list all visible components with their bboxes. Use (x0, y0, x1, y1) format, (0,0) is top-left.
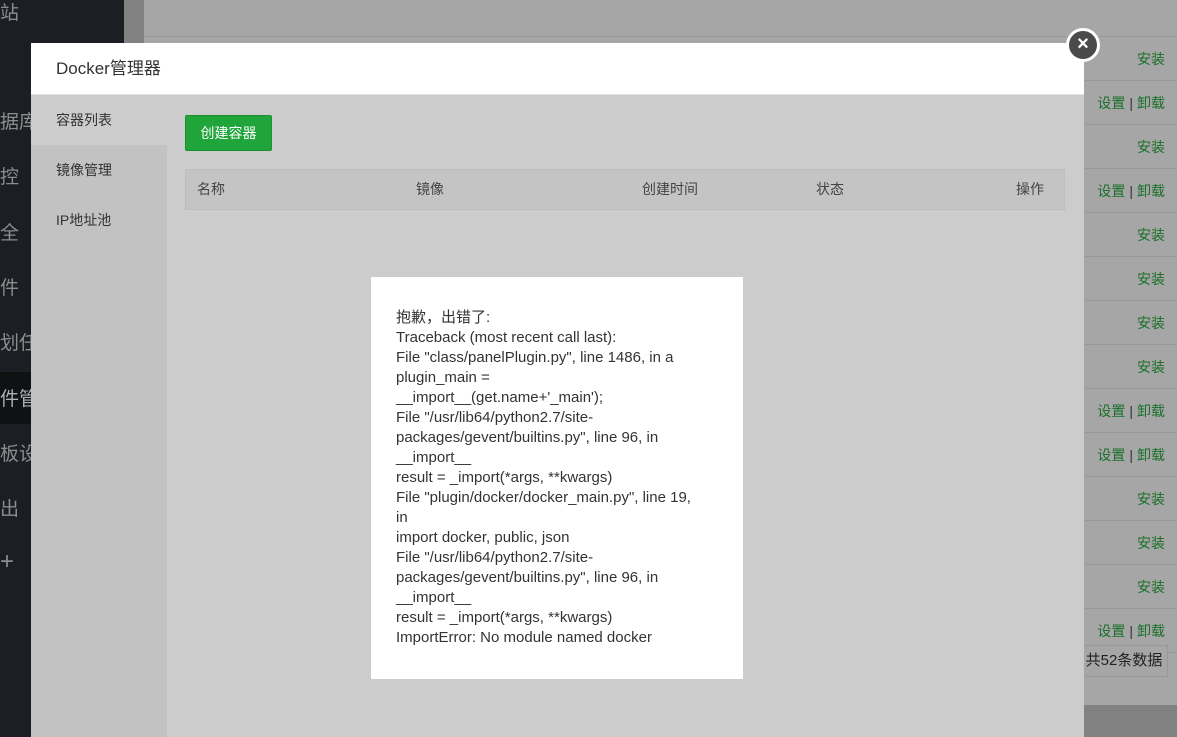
error-line: ImportError: No module named docker (396, 629, 652, 646)
row-actions: 安装 (1137, 345, 1165, 389)
close-icon[interactable]: × (1066, 28, 1100, 62)
column-created-time[interactable]: 创建时间 (642, 170, 698, 209)
error-line: Traceback (most recent call last): (396, 329, 617, 346)
column-actions: 操作 (1016, 181, 1044, 197)
settings-link[interactable]: 设置 (1097, 183, 1125, 199)
uninstall-link[interactable]: 卸载 (1137, 447, 1165, 463)
dialog-title: Docker管理器 (56, 59, 161, 78)
install-link[interactable]: 安装 (1137, 271, 1165, 287)
settings-link[interactable]: 设置 (1097, 447, 1125, 463)
row-actions: 设置 | 卸载 (1097, 169, 1165, 213)
install-link[interactable]: 安装 (1137, 579, 1165, 595)
row-actions: 设置 | 卸载 (1097, 433, 1165, 477)
row-actions: 安装 (1137, 565, 1165, 609)
error-line: __import__ (396, 449, 472, 466)
error-line: File "/usr/lib64/python2.7/site- (396, 409, 594, 426)
pagination-total: 共52条数据 (1080, 645, 1168, 677)
error-line: result = _import(*args, **kwargs) (396, 469, 613, 486)
uninstall-link[interactable]: 卸载 (1137, 183, 1165, 199)
tab-image-management[interactable]: 镜像管理 (31, 145, 167, 195)
column-status[interactable]: 状态 (816, 170, 844, 209)
row-actions: 安装 (1137, 477, 1165, 521)
create-container-button[interactable]: 创建容器 (185, 115, 272, 151)
row-actions: 设置 | 卸载 (1097, 81, 1165, 125)
settings-link[interactable]: 设置 (1097, 403, 1125, 419)
row-actions: 安装 (1137, 37, 1165, 81)
error-line: plugin_main = (396, 369, 490, 386)
uninstall-link[interactable]: 卸载 (1137, 623, 1165, 639)
dialog-header: Docker管理器 (31, 43, 1084, 95)
install-link[interactable]: 安装 (1137, 139, 1165, 155)
error-line: File "plugin/docker/docker_main.py", lin… (396, 489, 691, 506)
uninstall-link[interactable]: 卸载 (1137, 403, 1165, 419)
action-separator: | (1129, 447, 1133, 463)
error-line: 抱歉，出错了: (396, 309, 491, 326)
error-line: File "class/panelPlugin.py", line 1486, … (396, 349, 674, 366)
dialog-sidebar: 容器列表 镜像管理 IP地址池 (31, 95, 167, 737)
error-line: __import__ (396, 589, 472, 606)
install-link[interactable]: 安装 (1137, 315, 1165, 331)
row-actions: 安装 (1137, 213, 1165, 257)
nav-item-site[interactable]: 站 (0, 0, 124, 34)
install-link[interactable]: 安装 (1137, 535, 1165, 551)
error-message: 抱歉，出错了: Traceback (most recent call last… (371, 277, 743, 679)
tab-container-list[interactable]: 容器列表 (31, 95, 167, 145)
action-separator: | (1129, 183, 1133, 199)
error-line: import docker, public, json (396, 529, 570, 546)
install-link[interactable]: 安装 (1137, 227, 1165, 243)
row-actions: 设置 | 卸载 (1097, 389, 1165, 433)
install-link[interactable]: 安装 (1137, 51, 1165, 67)
tab-ip-pool[interactable]: IP地址池 (31, 195, 167, 245)
row-actions: 安装 (1137, 257, 1165, 301)
row-actions: 安装 (1137, 125, 1165, 169)
error-line: __import__(get.name+'_main'); (396, 389, 604, 406)
error-line: packages/gevent/builtins.py", line 96, i… (396, 429, 659, 446)
action-separator: | (1129, 623, 1133, 639)
action-separator: | (1129, 95, 1133, 111)
column-name[interactable]: 名称 (197, 170, 225, 209)
error-line: in (396, 509, 408, 526)
settings-link[interactable]: 设置 (1097, 95, 1125, 111)
settings-link[interactable]: 设置 (1097, 623, 1125, 639)
row-actions: 安装 (1137, 301, 1165, 345)
error-line: packages/gevent/builtins.py", line 96, i… (396, 569, 659, 586)
action-separator: | (1129, 403, 1133, 419)
column-image[interactable]: 镜像 (416, 170, 444, 209)
error-line: result = _import(*args, **kwargs) (396, 609, 613, 626)
error-line: File "/usr/lib64/python2.7/site- (396, 549, 594, 566)
container-table-header: 名称 镜像 创建时间 状态 操作 (185, 169, 1065, 210)
uninstall-link[interactable]: 卸载 (1137, 95, 1165, 111)
install-link[interactable]: 安装 (1137, 359, 1165, 375)
install-link[interactable]: 安装 (1137, 491, 1165, 507)
table-row (144, 0, 1177, 37)
add-icon[interactable]: + (0, 548, 22, 576)
row-actions: 安装 (1137, 521, 1165, 565)
